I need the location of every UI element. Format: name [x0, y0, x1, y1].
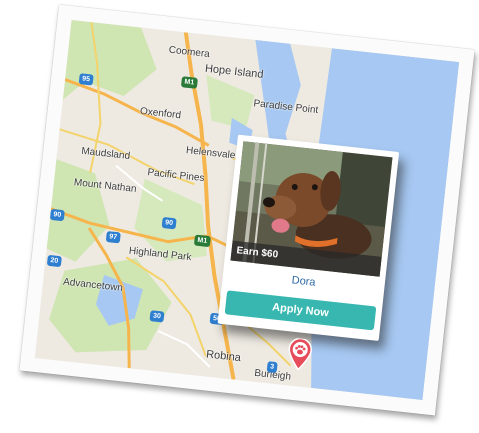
apply-now-button[interactable]: Apply Now [224, 290, 377, 331]
photo-frame: Coomera Hope Island Paradise Point Oxenf… [19, 4, 475, 416]
road-shield-m1: M1 [180, 76, 198, 89]
map-view[interactable]: Coomera Hope Island Paradise Point Oxenf… [34, 19, 460, 401]
road-shield-20: 20 [46, 254, 62, 268]
paw-pin-icon[interactable] [285, 337, 314, 372]
road-shield-30: 30 [149, 310, 165, 323]
road-shield-90-west: 90 [49, 208, 65, 222]
road-shield-3: 3 [266, 361, 278, 374]
road-shield-97: 97 [105, 230, 121, 244]
road-shield-95: 95 [78, 73, 94, 86]
dog-popup-card[interactable]: Earn $60 Dora Apply Now [217, 134, 400, 341]
road-shield-90: 90 [161, 216, 177, 230]
screenshot-stage: Coomera Hope Island Paradise Point Oxenf… [0, 0, 479, 433]
road-shield-m1-south: M1 [193, 234, 211, 248]
dog-photo: Earn $60 [230, 141, 393, 277]
